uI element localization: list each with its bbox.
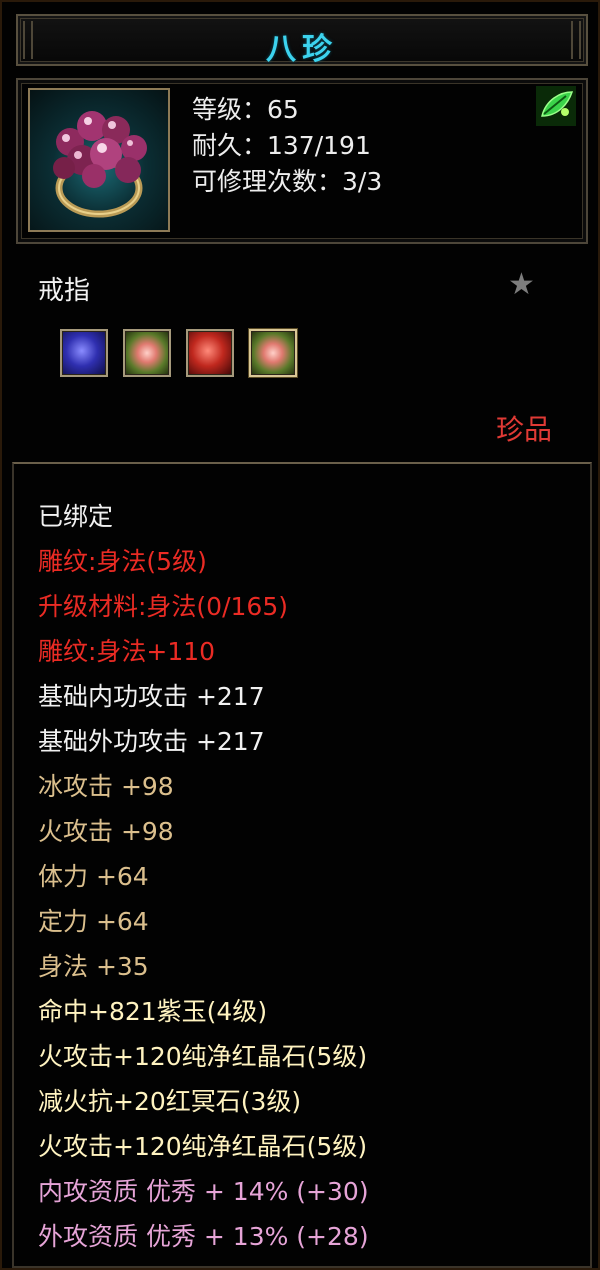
title-bar: 八珍 [16, 14, 588, 67]
attribute-line: 冰攻击 +98 [38, 772, 174, 801]
attribute-line: 命中+821紫玉(4级) [38, 997, 268, 1026]
attribute-line: 火攻击+120纯净红晶石(5级) [38, 1132, 368, 1161]
red-crystal-icon[interactable] [123, 329, 171, 377]
attribute-line: 体力 +64 [38, 862, 149, 891]
red-crystal-icon[interactable] [249, 329, 297, 377]
attribute-list: 已绑定 雕纹:身法(5级) 升级材料:身法(0/165) 雕纹:身法+110 基… [38, 494, 369, 1259]
item-stats: 等级：65 耐久：137/191 可修理次数：3/3 [192, 92, 382, 200]
star-icon[interactable]: ★ [508, 267, 535, 302]
attribute-line: 升级材料:身法(0/165) [38, 592, 288, 621]
blue-gem-icon[interactable] [60, 329, 108, 377]
red-gem-icon[interactable] [186, 329, 234, 377]
attribute-line: 火攻击 +98 [38, 817, 174, 846]
item-tooltip: 八珍 等级：65 耐久：137/191 可修理次数：3/3 戒指 ★ 珍品 已绑… [0, 0, 600, 1270]
item-info-panel: 等级：65 耐久：137/191 可修理次数：3/3 [16, 78, 588, 244]
attribute-line: 内攻资质 优秀 + 14% (+30) [38, 1177, 369, 1206]
attribute-line: 火攻击+120纯净红晶石(5级) [38, 1042, 368, 1071]
attribute-line: 外攻资质 优秀 + 13% (+28) [38, 1222, 369, 1251]
attribute-line: 身法 +35 [38, 952, 149, 981]
attribute-line: 基础内功攻击 +217 [38, 682, 265, 711]
durability-stat: 耐久：137/191 [192, 131, 371, 160]
item-name: 八珍 [266, 32, 338, 67]
attribute-line: 已绑定 [38, 502, 114, 531]
green-leaf-icon [536, 86, 576, 126]
item-type: 戒指 [38, 276, 91, 306]
level-stat: 等级：65 [192, 95, 299, 124]
attribute-line: 定力 +64 [38, 907, 149, 936]
attributes-panel: 已绑定 雕纹:身法(5级) 升级材料:身法(0/165) 雕纹:身法+110 基… [12, 462, 592, 1268]
attribute-line: 基础外功攻击 +217 [38, 727, 265, 756]
repair-count-stat: 可修理次数：3/3 [192, 167, 383, 196]
attribute-line: 雕纹:身法(5级) [38, 547, 207, 576]
attribute-line: 雕纹:身法+110 [38, 637, 216, 666]
ring-icon [28, 88, 170, 232]
rarity-label: 珍品 [495, 413, 552, 446]
attribute-line: 减火抗+20红冥石(3级) [38, 1087, 302, 1116]
